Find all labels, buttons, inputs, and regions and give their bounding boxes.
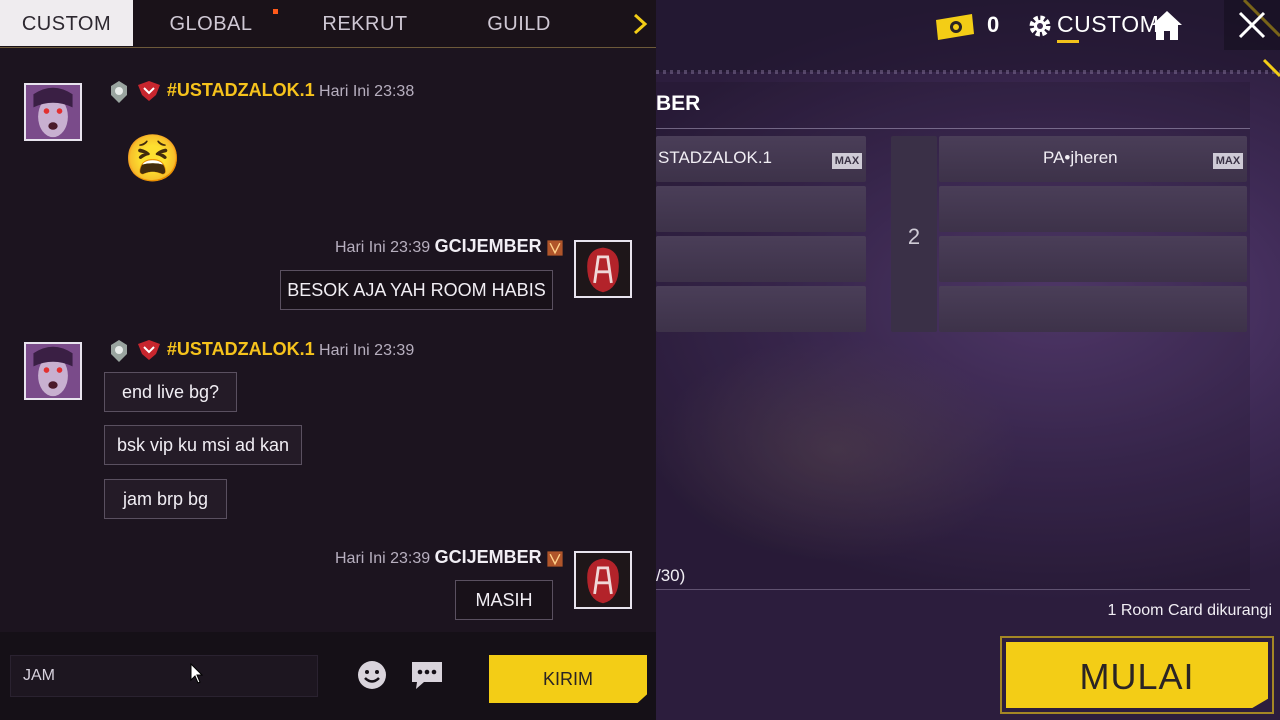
tab-guild[interactable]: GUILD — [458, 0, 580, 46]
message-bubble[interactable]: end live bg? — [104, 372, 237, 412]
close-icon — [1238, 11, 1266, 39]
notification-dot — [273, 9, 278, 14]
room-card-note: 1 Room Card dikurangi — [1107, 602, 1272, 619]
team2-slot-2[interactable] — [939, 186, 1247, 232]
close-button[interactable] — [1224, 0, 1280, 50]
max-badge: MAX — [1213, 153, 1243, 169]
message-bubble[interactable]: BESOK AJA YAH ROOM HABIS — [280, 270, 553, 310]
start-button-label: MULAI — [1079, 656, 1195, 697]
team1-slot-1[interactable]: STADZALOK.1 MAX — [656, 136, 866, 182]
tab-global[interactable]: GLOBAL — [150, 0, 272, 46]
avatar[interactable] — [24, 83, 82, 141]
chat-tabs: CUSTOM GLOBAL REKRUT GUILD — [0, 0, 656, 48]
slot-player-name: PA•jheren — [1043, 148, 1118, 167]
sender-name[interactable]: GCIJEMBER — [435, 236, 542, 256]
message-time: Hari Ini 23:39 — [335, 550, 431, 567]
emoji-icon[interactable] — [356, 659, 388, 691]
elite-badge-icon — [138, 81, 161, 101]
start-button[interactable]: MULAI — [1000, 636, 1274, 714]
quick-message-icon[interactable] — [410, 660, 444, 690]
message-header: Hari Ini 23:39 GCIJEMBER — [335, 547, 564, 573]
tab-rekrut[interactable]: REKRUT — [304, 0, 426, 46]
section-title: BER — [656, 92, 701, 115]
send-button[interactable]: KIRIM — [489, 655, 647, 703]
tab-custom[interactable]: CUSTOM — [0, 0, 133, 46]
message-header: Hari Ini 23:39 GCIJEMBER — [335, 236, 564, 262]
sender-name[interactable]: #USTADZALOK.1 — [167, 339, 315, 359]
message-header: #USTADZALOK.1 Hari Ini 23:38 — [106, 79, 414, 105]
mode-label[interactable]: CUSTOM — [1057, 11, 1159, 38]
rank-badge-icon — [547, 551, 563, 567]
message-time: Hari Ini 23:39 — [319, 342, 415, 360]
sender-name[interactable]: GCIJEMBER — [435, 547, 542, 567]
sticker-emoji: 😫 — [124, 132, 182, 184]
home-icon[interactable] — [1148, 8, 1186, 44]
message-bubble[interactable]: jam brp bg — [104, 479, 227, 519]
sender-name[interactable]: #USTADZALOK.1 — [167, 80, 315, 100]
start-button-face: MULAI — [1006, 642, 1268, 708]
avatar[interactable] — [574, 551, 632, 609]
team2-slot-1[interactable]: PA•jheren MAX — [939, 136, 1247, 182]
message-header: #USTADZALOK.1 Hari Ini 23:39 — [106, 338, 414, 364]
section-divider — [656, 128, 1250, 129]
slot-player-name: STADZALOK.1 — [658, 148, 772, 167]
team1-slot-4[interactable] — [656, 286, 866, 332]
team-number: 2 — [907, 224, 921, 249]
message-bubble[interactable]: bsk vip ku msi ad kan — [104, 425, 302, 465]
room-view: 0 CUSTOM BER STADZALOK.1 MAX 2 PA•jheren… — [656, 0, 1280, 720]
team2-slot-4[interactable] — [939, 286, 1247, 332]
room-card-ticket-icon[interactable] — [934, 14, 976, 40]
max-badge: MAX — [832, 153, 862, 169]
avatar[interactable] — [24, 342, 82, 400]
team2-slot-3[interactable] — [939, 236, 1247, 282]
chevron-right-icon[interactable] — [630, 12, 650, 36]
message-time: Hari Ini 23:38 — [319, 83, 415, 101]
mouse-cursor-icon — [190, 663, 204, 684]
team1-slot-2[interactable] — [656, 186, 866, 232]
message-bubble[interactable]: MASIH — [455, 580, 553, 620]
chat-input[interactable]: JAM — [10, 655, 318, 697]
team2-number-label: 2 — [891, 136, 937, 332]
avatar[interactable] — [574, 240, 632, 298]
chat-panel: CUSTOM GLOBAL REKRUT GUILD #USTADZALOK.1… — [0, 0, 656, 720]
elite-badge-icon — [138, 340, 161, 360]
team1-slot-3[interactable] — [656, 236, 866, 282]
mode-underline — [1057, 40, 1079, 43]
message-time: Hari Ini 23:39 — [335, 239, 431, 256]
gear-icon[interactable] — [1027, 13, 1053, 39]
rank-badge-icon — [547, 240, 563, 256]
player-counter: /30) — [656, 566, 686, 585]
ticket-count: 0 — [987, 12, 1000, 37]
rank-badge-icon — [111, 81, 127, 103]
top-bar-edge — [656, 70, 1280, 74]
rank-badge-icon — [111, 340, 127, 362]
